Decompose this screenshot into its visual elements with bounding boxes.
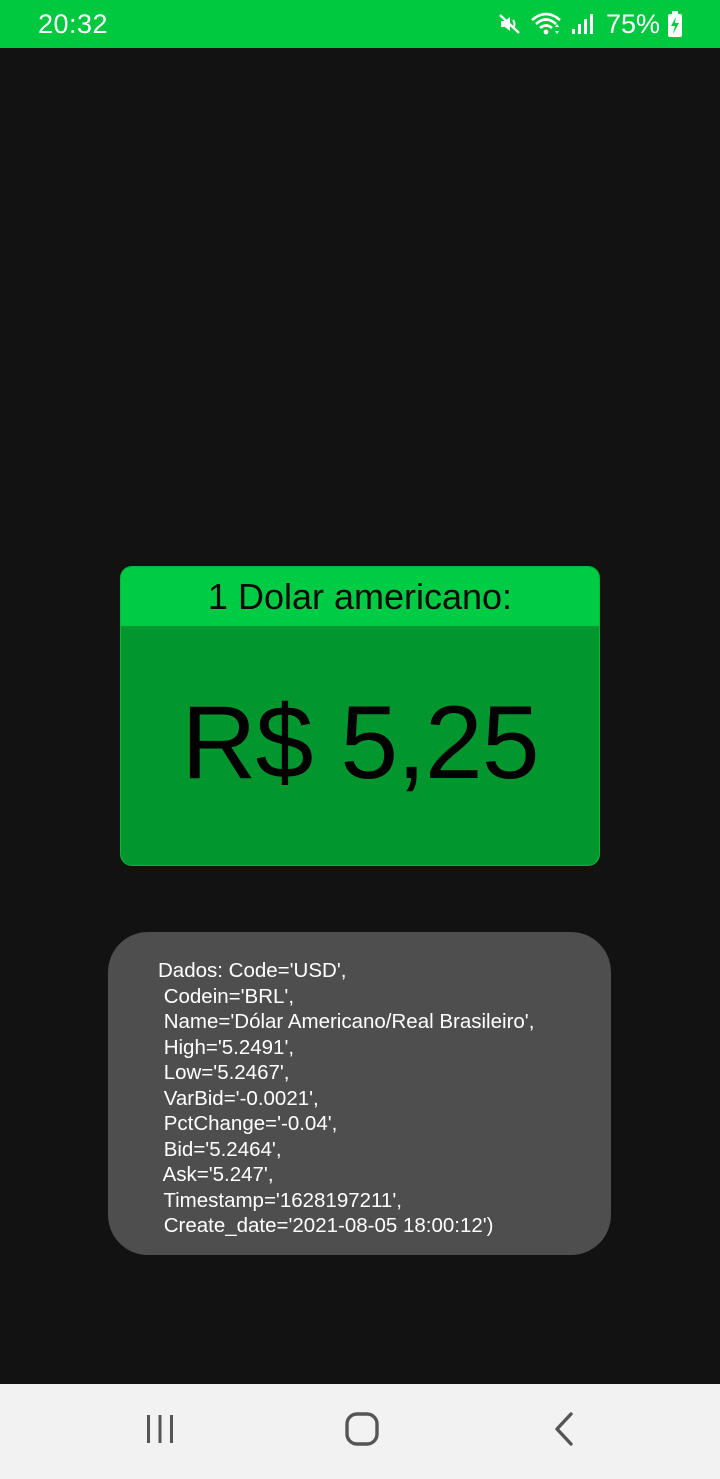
home-button[interactable] — [302, 1384, 422, 1479]
home-icon — [345, 1412, 379, 1451]
data-line: Create_date='2021-08-05 18:00:12') — [158, 1214, 494, 1237]
data-line: VarBid='-0.0021', — [158, 1086, 319, 1110]
recent-apps-icon — [144, 1413, 176, 1450]
battery-percent: 75% — [605, 8, 660, 39]
back-icon — [553, 1412, 575, 1451]
wifi-icon — [530, 11, 562, 37]
data-line: Name='Dólar Americano/Real Brasileiro', — [158, 1010, 535, 1033]
exchange-rate-card: 1 Dolar americano: R$ 5,25 — [120, 566, 600, 866]
recent-apps-button[interactable] — [100, 1384, 220, 1479]
data-line: PctChange='-0.04', — [158, 1112, 338, 1135]
rate-value: R$ 5,25 — [181, 684, 539, 801]
data-line: Bid='5.2464', — [158, 1137, 282, 1161]
data-line: Ask='5.247', — [158, 1163, 274, 1186]
signal-icon — [570, 12, 594, 36]
battery-charging-icon — [668, 11, 682, 37]
status-bar: 20:32 75% — [0, 0, 720, 48]
data-line: Low='5.2467', — [158, 1061, 290, 1084]
data-line: Codein='BRL', — [158, 984, 295, 1008]
data-line: Dados: Code='USD', — [158, 959, 347, 982]
main-content: 1 Dolar americano: R$ 5,25 Dados: Code='… — [0, 48, 720, 1384]
back-button[interactable] — [504, 1384, 624, 1479]
rate-card-header: 1 Dolar americano: — [121, 567, 599, 627]
navigation-bar — [0, 1384, 720, 1479]
status-time: 20:32 — [38, 8, 109, 39]
mute-icon — [498, 12, 522, 36]
data-line: Timestamp='1628197211', — [158, 1188, 402, 1212]
raw-data-box: Dados: Code='USD', Codein='BRL', Name='D… — [108, 932, 611, 1255]
status-icons: 75% — [498, 9, 682, 40]
data-line: High='5.2491', — [158, 1035, 295, 1059]
